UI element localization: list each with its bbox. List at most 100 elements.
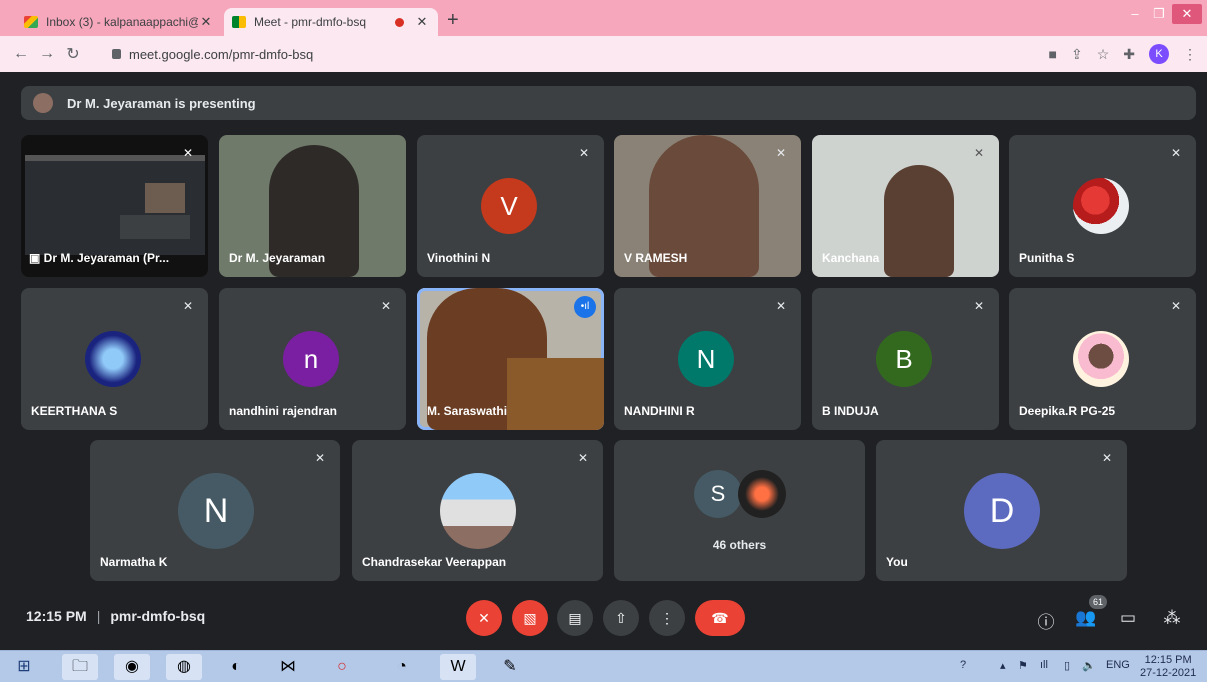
self-tile[interactable]: ✕ D You: [876, 440, 1127, 581]
tray-expand-icon[interactable]: ▴: [1000, 659, 1006, 672]
participant-count-badge: 61: [1089, 595, 1107, 609]
opera-icon[interactable]: ○: [324, 654, 360, 680]
avatar: N: [678, 331, 734, 387]
participant-tile[interactable]: ✕ Chandrasekar Veerappan: [352, 440, 603, 581]
meeting-info: 12:15 PM | pmr-dmfo-bsq: [26, 608, 206, 624]
help-icon[interactable]: ?: [960, 659, 966, 671]
language-indicator[interactable]: ENG: [1106, 659, 1130, 671]
star-icon[interactable]: ☆: [1097, 46, 1110, 63]
presenter-avatar: [33, 93, 53, 113]
tab-title: Meet - pmr-dmfo-bsq: [254, 15, 367, 29]
back-icon[interactable]: ←: [8, 45, 34, 63]
mic-toggle-button[interactable]: ✕: [466, 600, 502, 636]
browser-toolbar: ← → ↻ meet.google.com/pmr-dmfo-bsq ■ ⇪ ☆…: [0, 36, 1207, 72]
others-tile[interactable]: S 46 others: [614, 440, 865, 581]
speaking-indicator-icon: •ıl: [574, 296, 596, 318]
maximize-icon[interactable]: ❐: [1148, 4, 1170, 24]
participant-tile[interactable]: ✕ n nandhini rajendran: [219, 288, 406, 430]
meeting-time: 12:15 PM: [26, 608, 87, 624]
mic-off-icon: ✕: [577, 451, 589, 465]
participant-name: ▣ Dr M. Jeyaraman (Pr...: [29, 251, 170, 265]
camera-app-icon[interactable]: ◉: [114, 654, 150, 680]
lock-icon: [112, 49, 121, 59]
video-tile[interactable]: •ıl M. Saraswathi: [417, 288, 604, 430]
taskbar-clock[interactable]: 12:15 PM 27-12-2021: [1140, 654, 1196, 680]
forward-icon[interactable]: →: [34, 45, 60, 63]
doll-photo-avatar: [1073, 331, 1129, 387]
video-tile[interactable]: ✕ Kanchana: [812, 135, 999, 277]
captions-button[interactable]: ▤: [557, 600, 593, 636]
extensions-icon[interactable]: ✚: [1123, 46, 1135, 63]
mic-off-icon: ✕: [1101, 451, 1113, 465]
meeting-details-icon[interactable]: ⓘ: [1034, 608, 1058, 633]
mic-off-icon: ✕: [182, 299, 194, 313]
participant-name: V RAMESH: [624, 251, 688, 265]
people-icon[interactable]: 👥: [1074, 608, 1098, 628]
browser-tab-strip: Inbox (3) - kalpanaappachi@gmail ✕ Meet …: [0, 0, 1207, 36]
participant-tile[interactable]: ✕ B B INDUJA: [812, 288, 999, 430]
participant-video: [884, 165, 954, 277]
presenting-banner: Dr M. Jeyaraman is presenting: [21, 86, 1196, 120]
mic-off-icon: ✕: [1170, 299, 1182, 313]
participant-name: NANDHINI R: [624, 404, 695, 418]
close-icon[interactable]: ✕: [198, 14, 214, 30]
roses-photo-avatar: [1073, 178, 1129, 234]
close-icon[interactable]: ✕: [414, 14, 430, 30]
camera-icon[interactable]: ■: [1049, 46, 1057, 62]
file-explorer-icon[interactable]: 🗀: [62, 654, 98, 680]
start-icon[interactable]: ⊞: [6, 654, 42, 680]
edge-icon[interactable]: ◔: [384, 654, 420, 680]
avatar: N: [178, 473, 254, 549]
address-bar[interactable]: meet.google.com/pmr-dmfo-bsq: [104, 41, 1014, 67]
activities-icon[interactable]: ⁂: [1160, 608, 1184, 628]
participant-name: Dr M. Jeyaraman: [229, 251, 326, 265]
participant-tile[interactable]: ✕ N NANDHINI R: [614, 288, 801, 430]
window-close-icon[interactable]: ✕: [1172, 4, 1202, 24]
flag-icon[interactable]: ⚑: [1018, 659, 1028, 672]
reload-icon[interactable]: ↻: [60, 44, 86, 64]
tab-gmail[interactable]: Inbox (3) - kalpanaappachi@gmail ✕: [16, 8, 222, 36]
avatar: D: [964, 473, 1040, 549]
participant-tile[interactable]: ✕ KEERTHANA S: [21, 288, 208, 430]
paint-icon[interactable]: ✎: [492, 654, 528, 680]
participant-name: Chandrasekar Veerappan: [362, 555, 507, 569]
video-tile[interactable]: Dr M. Jeyaraman: [219, 135, 406, 277]
network-icon[interactable]: ıll: [1040, 659, 1048, 671]
present-button[interactable]: ⇧: [603, 600, 639, 636]
participant-photo-avatar: [738, 470, 786, 518]
participant-name: Deepika.R PG-25: [1019, 404, 1116, 418]
firefox-icon[interactable]: ◐: [218, 654, 254, 680]
mic-off-icon: ✕: [578, 146, 590, 160]
leave-call-button[interactable]: ☎: [695, 600, 745, 636]
meeting-code: pmr-dmfo-bsq: [110, 608, 206, 624]
profile-avatar[interactable]: K: [1149, 44, 1169, 64]
avatar: S: [694, 470, 742, 518]
participant-tile[interactable]: ✕ Deepika.R PG-25: [1009, 288, 1196, 430]
screen-share-tile[interactable]: ✕ ▣ Dr M. Jeyaraman (Pr...: [21, 135, 208, 277]
visual-studio-icon[interactable]: ⋈: [270, 654, 306, 680]
battery-icon[interactable]: ▯: [1064, 659, 1070, 672]
participant-tile[interactable]: ✕ V Vinothini N: [417, 135, 604, 277]
participant-tile[interactable]: ✕ N Narmatha K: [90, 440, 340, 581]
volume-icon[interactable]: 🔈: [1082, 659, 1096, 672]
more-options-button[interactable]: ⋮: [649, 600, 685, 636]
avatar: V: [481, 178, 537, 234]
menu-icon[interactable]: ⋮: [1183, 46, 1197, 63]
chat-icon[interactable]: ▭: [1116, 608, 1140, 628]
mic-off-icon: ✕: [973, 146, 985, 160]
minimize-icon[interactable]: –: [1124, 4, 1146, 24]
participant-name: M. Saraswathi: [427, 404, 508, 418]
word-icon[interactable]: W: [440, 654, 476, 680]
others-count: 46 others: [712, 538, 767, 552]
participant-tile[interactable]: ✕ Punitha S: [1009, 135, 1196, 277]
chrome-icon[interactable]: ◍: [166, 654, 202, 680]
tab-meet[interactable]: Meet - pmr-dmfo-bsq ✕: [224, 8, 438, 36]
participant-name: Kanchana: [822, 251, 880, 265]
mic-off-icon: ✕: [314, 451, 326, 465]
camera-toggle-button[interactable]: ▧: [512, 600, 548, 636]
share-icon[interactable]: ⇪: [1071, 46, 1083, 63]
new-tab-icon[interactable]: +: [447, 10, 459, 30]
os-taskbar: ⊞ 🗀 ◉ ◍ ◐ ⋈ ○ ◔ W ✎ ? ▴ ⚑ ıll ▯ 🔈 ENG 12…: [0, 650, 1207, 682]
video-tile[interactable]: ✕ V RAMESH: [614, 135, 801, 277]
avatar: n: [283, 331, 339, 387]
